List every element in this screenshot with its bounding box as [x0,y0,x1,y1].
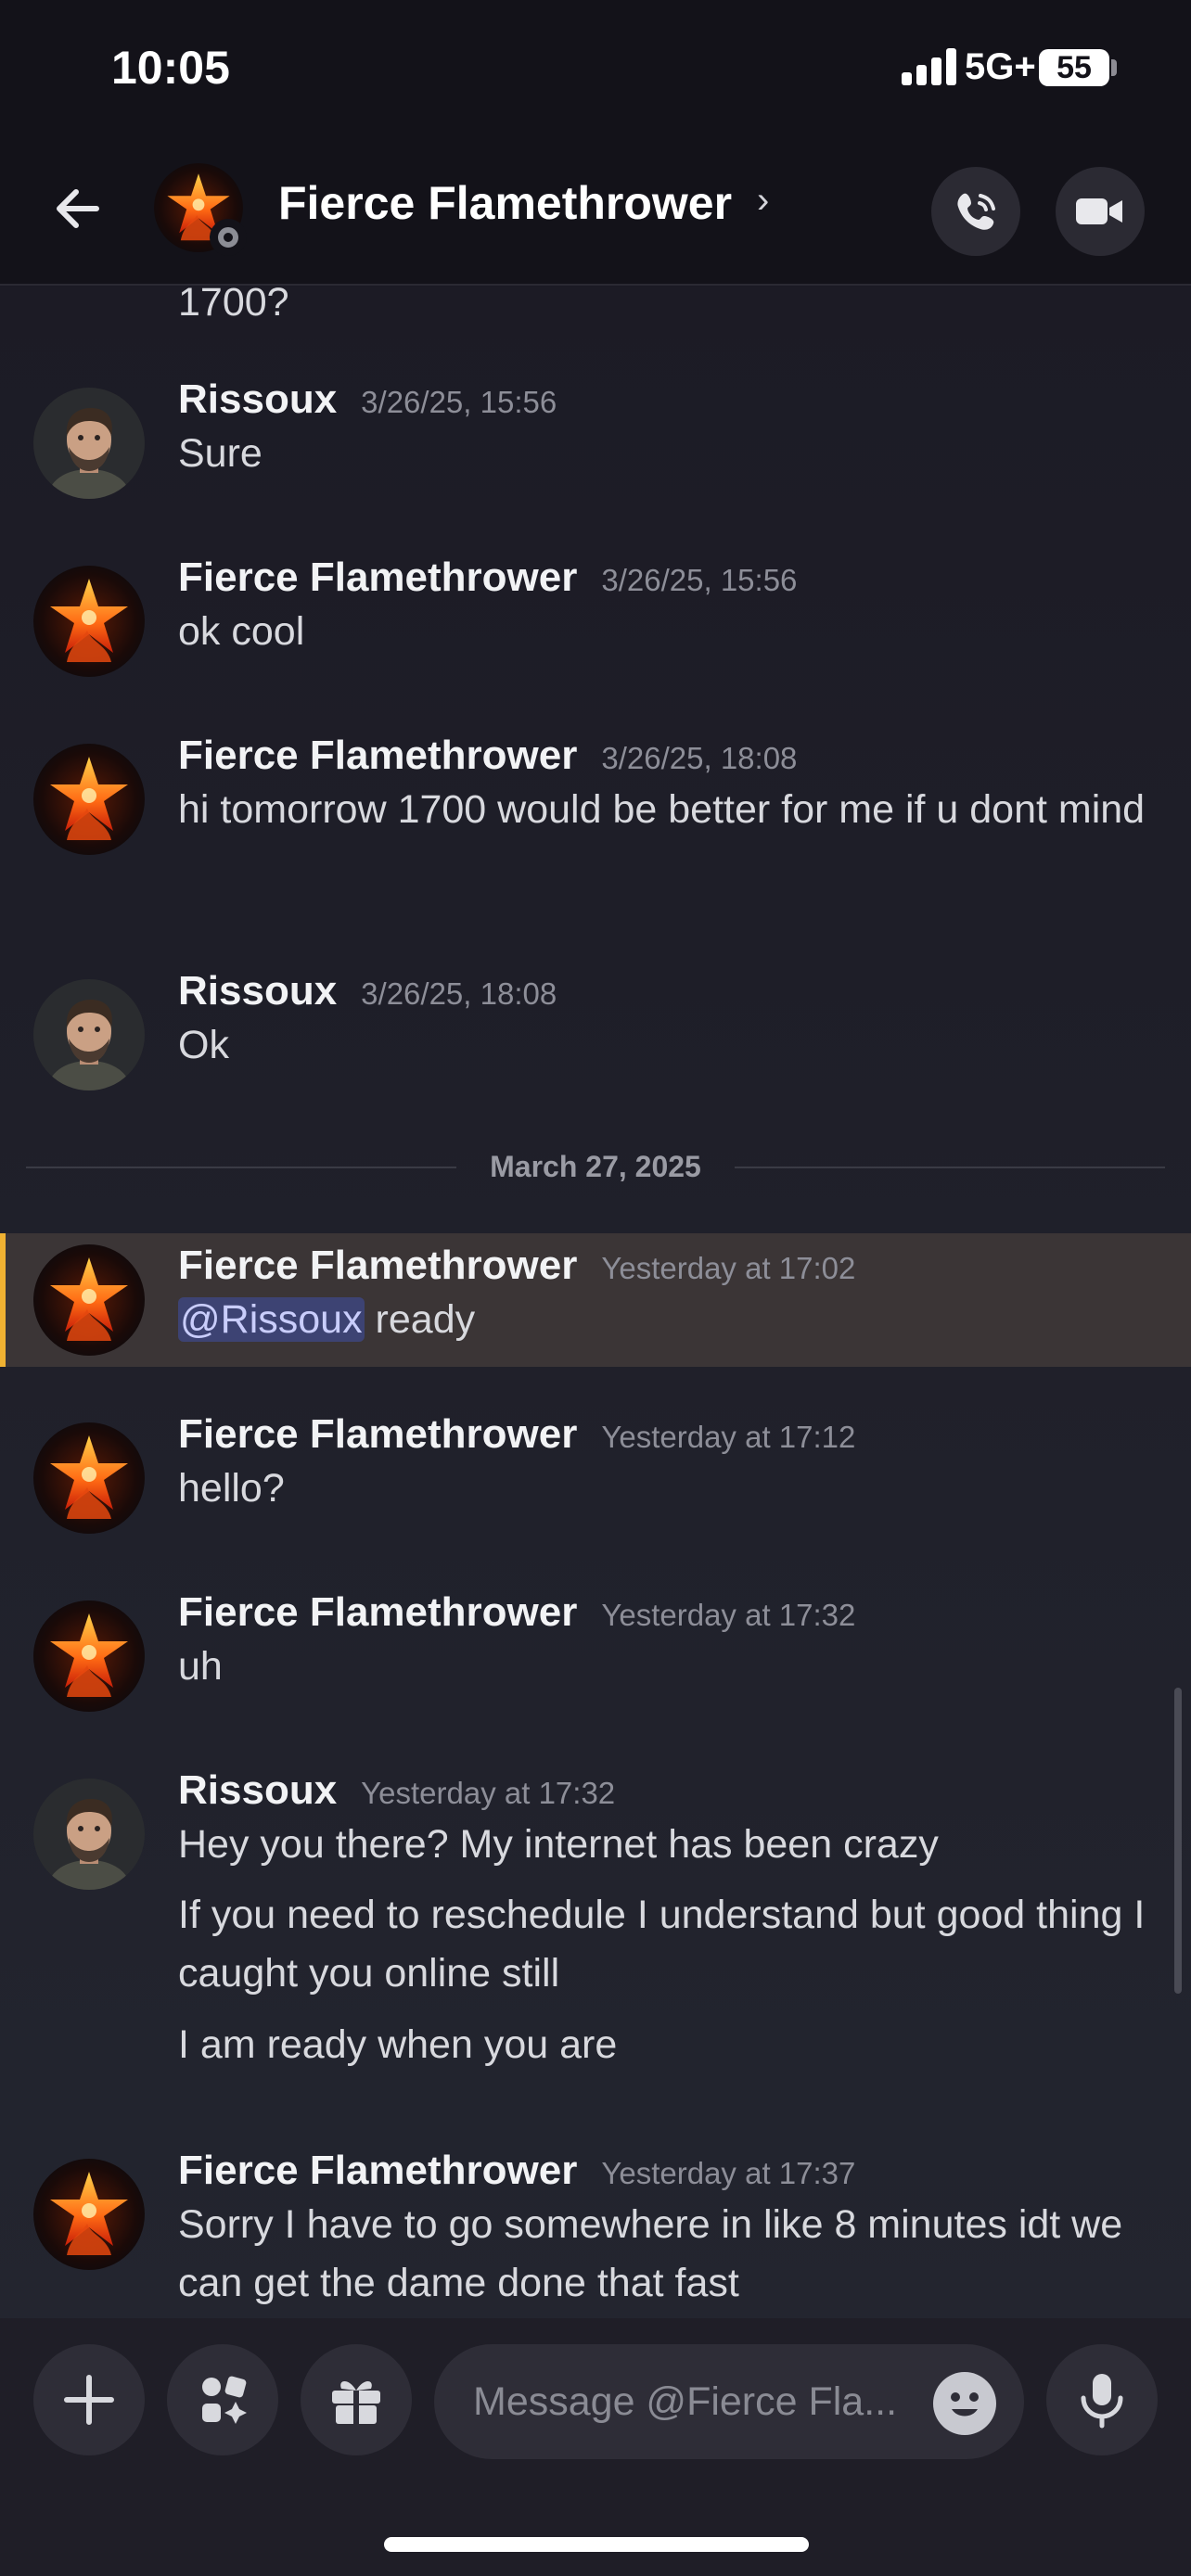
message-mention-highlight[interactable]: Fierce Flamethrower Yesterday at 17:02 @R… [0,1233,1191,1367]
message[interactable]: Fierce Flamethrower Yesterday at 17:37 So… [0,2148,1191,2318]
message-author[interactable]: Rissoux Yesterday at 17:32 [178,1767,615,1814]
message[interactable]: Fierce Flamethrower Yesterday at 17:12 he… [0,1411,1191,1560]
user-avatar[interactable] [33,1244,145,1356]
status-time: 10:05 [111,42,230,94]
message-text: Ok [178,1023,229,1067]
gift-button[interactable] [301,2344,412,2455]
message-text: hello? [178,1466,285,1511]
message-timestamp: Yesterday at 17:37 [601,2156,856,2190]
message-text: I am ready when you are [178,2022,618,2067]
message-author[interactable]: Fierce Flamethrower 3/26/25, 18:08 [178,733,797,779]
apps-button[interactable] [167,2344,278,2455]
message-timestamp: Yesterday at 17:32 [361,1776,616,1810]
user-avatar[interactable] [33,388,145,499]
chat-title[interactable]: Fierce Flamethrower [278,176,732,230]
video-camera-icon [1076,198,1122,224]
date-divider-label: March 27, 2025 [490,1150,701,1183]
message[interactable]: Fierce Flamethrower 3/26/25, 15:56 ok coo… [0,555,1191,703]
message-list[interactable]: 1700? Rissoux 3/26/25, 15:56 Sure Fierce … [0,287,1191,2318]
apps-icon [202,2376,247,2424]
user-avatar[interactable] [33,1422,145,1534]
message-timestamp: 3/26/25, 18:08 [601,741,798,775]
message-timestamp: Yesterday at 17:02 [601,1251,856,1285]
scrollbar[interactable] [1174,1688,1182,1994]
microphone-icon [1081,2374,1123,2429]
chat-header: Fierce Flamethrower › [0,139,1191,286]
user-avatar[interactable] [33,1779,145,1890]
add-attachment-button[interactable] [33,2344,145,2455]
message-author[interactable]: Fierce Flamethrower Yesterday at 17:32 [178,1589,855,1636]
status-bar: 10:05 5G+ 55 [0,0,1191,139]
video-call-button[interactable] [1056,167,1145,256]
message-composer [0,2318,1191,2576]
gift-icon [332,2381,380,2426]
message-author[interactable]: Fierce Flamethrower Yesterday at 17:12 [178,1411,855,1458]
message-author[interactable]: Fierce Flamethrower Yesterday at 17:37 [178,2148,855,2194]
network-type: 5G+ [965,46,1036,87]
home-indicator[interactable] [384,2537,809,2552]
message-text: If you need to reschedule I understand b… [178,1893,1146,1996]
message-timestamp: 3/26/25, 18:08 [361,976,557,1011]
message-timestamp: Yesterday at 17:12 [601,1420,856,1454]
user-mention[interactable]: @Rissoux [178,1297,365,1342]
message-timestamp: 3/26/25, 15:56 [361,385,557,419]
message[interactable]: Rissoux 3/26/25, 18:08 Ok [0,968,1191,1116]
message[interactable]: Fierce Flamethrower Yesterday at 17:32 uh [0,1589,1191,1738]
message-text: hi tomorrow 1700 would be better for me … [178,787,1146,832]
emoji-icon[interactable] [933,2372,996,2435]
message-text: uh [178,1644,223,1689]
message-author[interactable]: Rissoux 3/26/25, 18:08 [178,968,557,1014]
message-author[interactable]: Rissoux 3/26/25, 15:56 [178,376,557,423]
voice-call-button[interactable] [931,167,1020,256]
user-avatar[interactable] [33,979,145,1090]
signal-icon [902,48,959,85]
battery-icon: 55 [1039,49,1109,86]
message-timestamp: Yesterday at 17:32 [601,1598,856,1632]
user-avatar[interactable] [33,1600,145,1712]
user-avatar[interactable] [33,744,145,855]
voice-message-button[interactable] [1046,2344,1158,2455]
chevron-right-icon[interactable]: › [757,180,769,222]
offline-status-icon [210,219,247,256]
user-avatar[interactable] [33,2159,145,2270]
message[interactable]: Rissoux 3/26/25, 15:56 Sure [0,376,1191,525]
phone-icon [957,193,995,230]
message[interactable]: Rissoux Yesterday at 17:32 Hey you there?… [0,1767,1191,2111]
back-arrow-icon[interactable] [48,178,109,239]
message[interactable]: Fierce Flamethrower 3/26/25, 18:08 hi tom… [0,733,1191,937]
message-text: Sure [178,431,263,476]
plus-icon [64,2375,114,2425]
date-divider: March 27, 2025 [26,1148,1165,1185]
battery-cap [1111,59,1117,76]
message-author[interactable]: Fierce Flamethrower Yesterday at 17:02 [178,1243,855,1289]
message-author[interactable]: Fierce Flamethrower 3/26/25, 15:56 [178,555,797,601]
message-text: @Rissoux ready [178,1297,476,1342]
message-text: Hey you there? My internet has been craz… [178,1822,939,1867]
message-text: ok cool [178,609,305,654]
message-text: Sorry I have to go somewhere in like 8 m… [178,2202,1123,2305]
user-avatar[interactable] [33,566,145,677]
message-timestamp: 3/26/25, 15:56 [601,563,798,597]
message-text: 1700? [178,287,289,325]
